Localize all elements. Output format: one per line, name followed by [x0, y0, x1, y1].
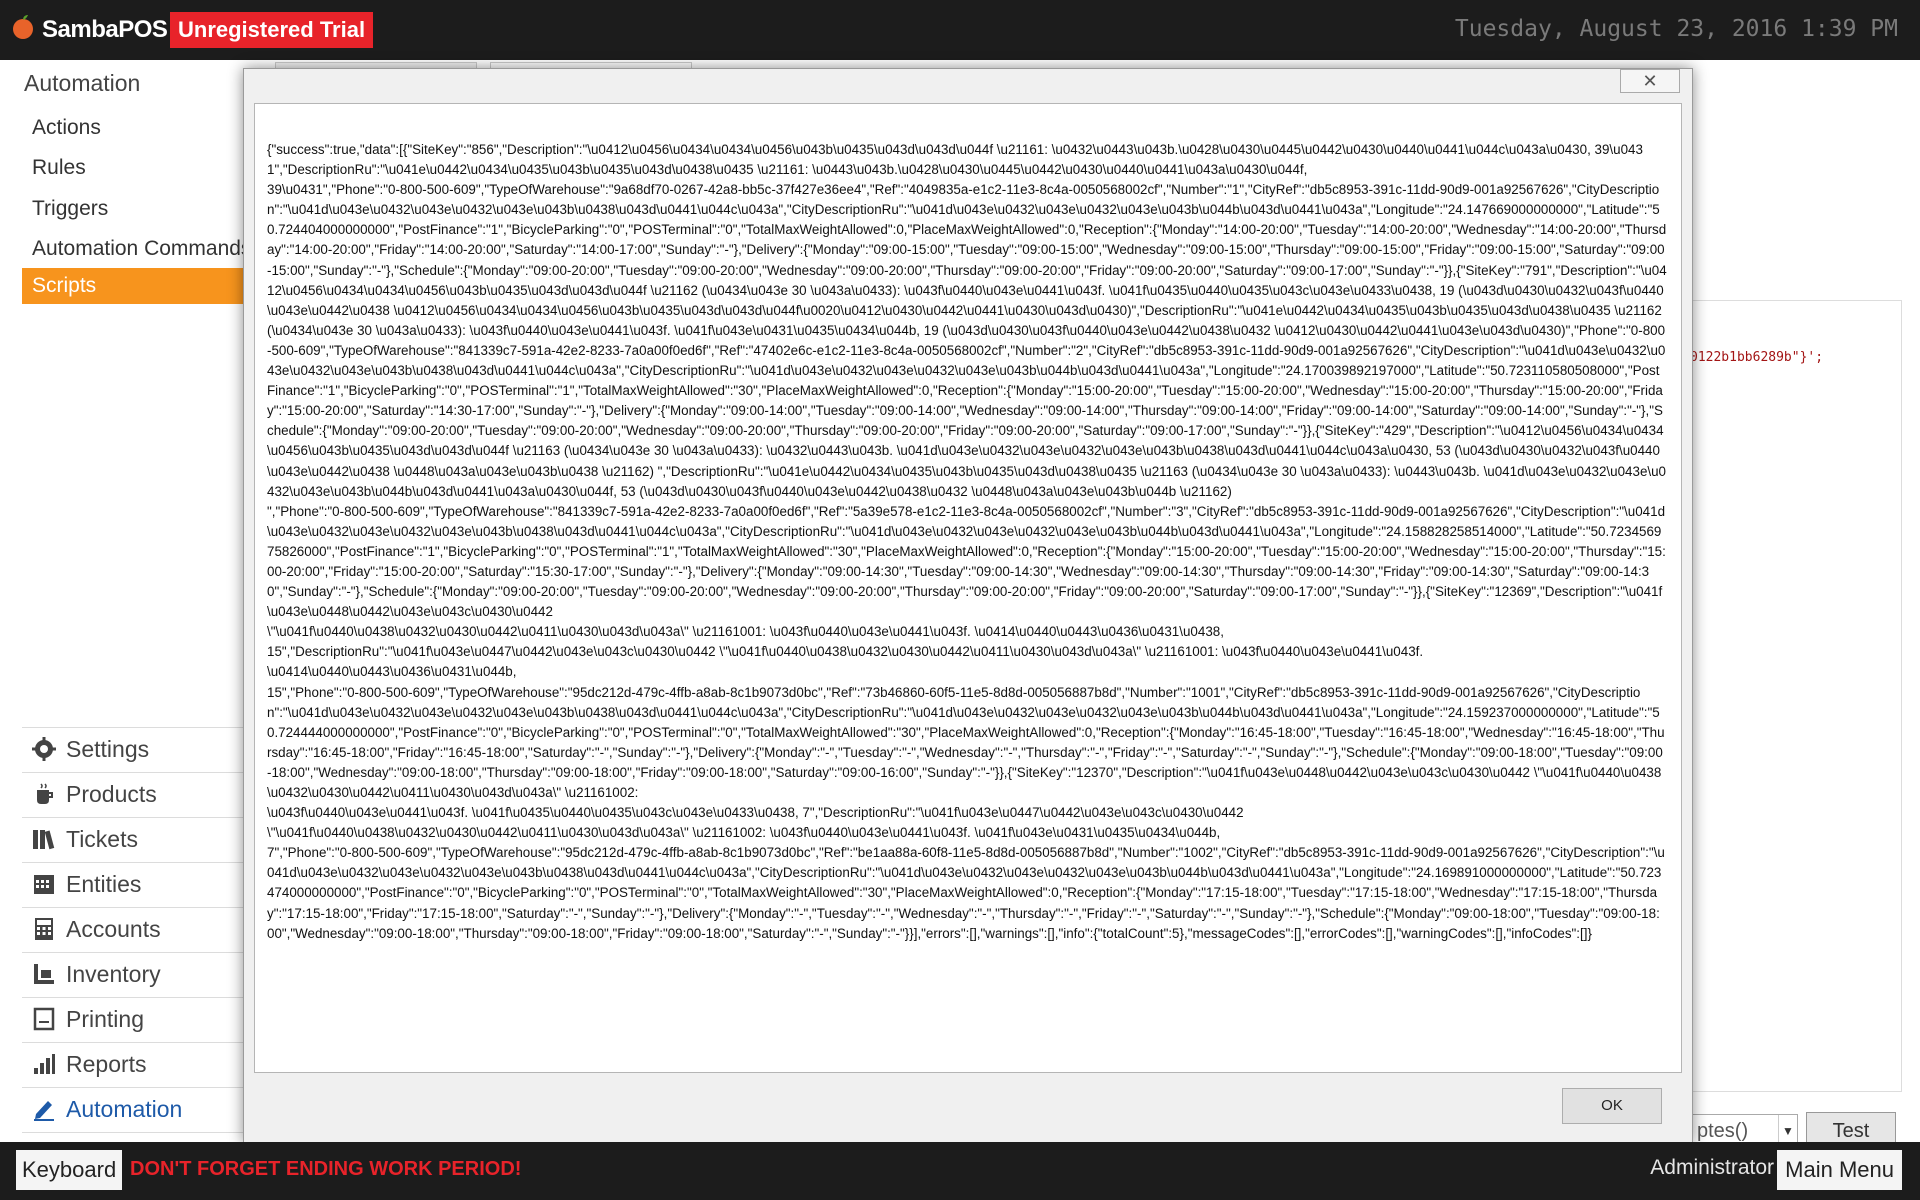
datetime-display: Tuesday, August 23, 2016 1:39 PM — [1454, 16, 1898, 42]
dialog-title-bar: ✕ — [244, 69, 1692, 103]
books-icon — [33, 830, 55, 850]
printer-icon — [33, 1007, 55, 1031]
nav-automation-label: Automation — [66, 1096, 183, 1122]
bottom-bar: Keyboard DON'T FORGET ENDING WORK PERIOD… — [0, 1142, 1920, 1200]
current-user: Administrator — [1650, 1156, 1774, 1179]
ok-button[interactable]: OK — [1562, 1088, 1662, 1124]
nav-reports[interactable]: Reports — [22, 1042, 252, 1084]
trial-badge: Unregistered Trial — [170, 12, 374, 48]
nav-printing[interactable]: Printing — [22, 997, 252, 1039]
close-button[interactable]: ✕ — [1620, 69, 1680, 93]
script-editor[interactable] — [1690, 300, 1902, 1092]
sidebar: Automation Actions Rules Triggers Automa… — [8, 60, 252, 1167]
sidebar-header: Automation — [24, 70, 141, 96]
nav-inventory[interactable]: Inventory — [22, 952, 252, 994]
nav-printing-label: Printing — [66, 1006, 144, 1032]
gear-icon — [32, 737, 56, 761]
nav-tickets-label: Tickets — [66, 826, 138, 852]
coffee-cup-icon — [37, 783, 53, 804]
sidebar-item-triggers[interactable]: Triggers — [22, 191, 252, 227]
apple-logo-icon — [13, 15, 33, 39]
close-icon: ✕ — [1642, 71, 1658, 91]
nav-entities-label: Entities — [66, 871, 142, 897]
nav-users[interactable]: Users — [22, 1132, 252, 1167]
sidebar-item-scripts[interactable]: Scripts — [22, 268, 252, 304]
script-code-fragment: 0122b1bb6289b"}'; — [1690, 350, 1824, 365]
nav-automation[interactable]: Automation — [22, 1087, 252, 1129]
bar-chart-icon — [34, 1054, 55, 1074]
work-period-warning: DON'T FORGET ENDING WORK PERIOD! — [130, 1158, 522, 1180]
pencil-icon — [34, 1101, 54, 1121]
nav-accounts[interactable]: Accounts — [22, 907, 252, 949]
calendar-grid-icon — [34, 875, 54, 894]
nav-tickets[interactable]: Tickets — [22, 817, 252, 859]
result-text-area[interactable]: {"success":true,"data":[{"SiteKey":"856"… — [254, 103, 1682, 1073]
sidebar-item-actions[interactable]: Actions — [22, 110, 252, 146]
result-json-text: {"success":true,"data":[{"SiteKey":"856"… — [267, 142, 1667, 941]
nav-products-label: Products — [66, 781, 157, 807]
app-name: SambaPOS — [42, 16, 168, 43]
script-result-dialog: ✕ {"success":true,"data":[{"SiteKey":"85… — [243, 68, 1693, 1144]
keyboard-button[interactable]: Keyboard — [16, 1150, 123, 1190]
top-bar: SambaPOS Unregistered Trial Tuesday, Aug… — [0, 0, 1920, 60]
nav-settings[interactable]: Settings — [22, 727, 252, 769]
sidebar-item-rules[interactable]: Rules — [22, 150, 252, 186]
calculator-icon — [35, 918, 53, 940]
nav-products[interactable]: Products — [22, 772, 252, 814]
main-menu-button[interactable]: Main Menu — [1777, 1150, 1902, 1190]
function-select-value: ptes() — [1697, 1120, 1749, 1142]
nav-inventory-label: Inventory — [66, 961, 161, 987]
sidebar-item-automation-commands[interactable]: Automation Commands — [22, 231, 252, 267]
nav-reports-label: Reports — [66, 1051, 147, 1077]
inventory-icon — [34, 964, 54, 984]
nav-entities[interactable]: Entities — [22, 862, 252, 904]
nav-settings-label: Settings — [66, 736, 150, 762]
nav-accounts-label: Accounts — [66, 916, 161, 942]
